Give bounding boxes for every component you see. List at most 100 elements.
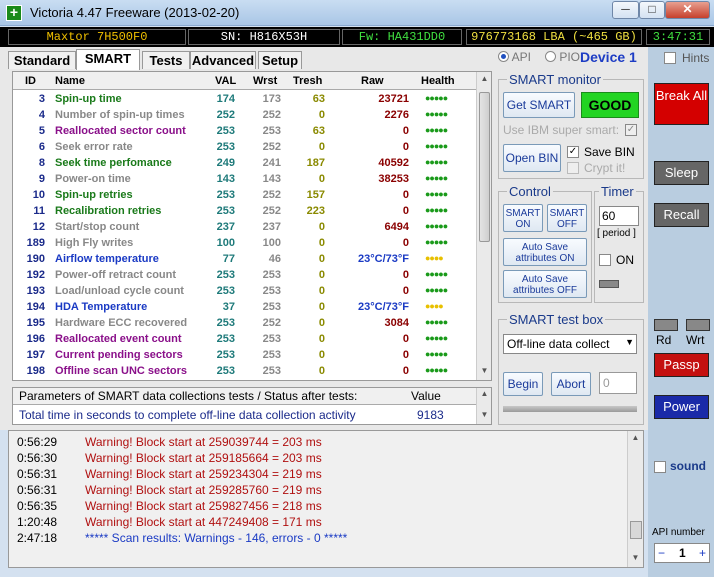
table-row[interactable]: 10 Spin-up retries 253 252 157 0 ●●●●● xyxy=(13,188,477,204)
tab-advanced[interactable]: Advanced xyxy=(190,51,256,69)
tab-setup[interactable]: Setup xyxy=(258,51,302,69)
scroll-thumb[interactable] xyxy=(479,92,490,242)
open-bin-button[interactable]: Open BIN xyxy=(503,144,561,172)
attr-wrst: 253 xyxy=(262,349,281,361)
smart-off-button[interactable]: SMART OFF xyxy=(547,204,587,232)
use-ibm-checkbox[interactable]: ✓ xyxy=(625,124,637,136)
device-label: Device 1 xyxy=(580,49,637,65)
chevron-down-icon[interactable]: ▼ xyxy=(625,337,634,347)
col-health[interactable]: Health xyxy=(421,75,455,87)
attr-wrst: 252 xyxy=(262,109,281,121)
api-number-value: 1 xyxy=(679,546,686,560)
col-id[interactable]: ID xyxy=(25,75,36,87)
power-button[interactable]: Power xyxy=(654,395,709,419)
timer-period-input[interactable]: 60 xyxy=(599,206,639,226)
col-wrst[interactable]: Wrst xyxy=(253,75,277,87)
attr-raw: 23°C/73°F xyxy=(358,301,409,313)
decrement-icon[interactable]: − xyxy=(658,546,665,560)
get-smart-button[interactable]: Get SMART xyxy=(503,92,575,118)
table-row[interactable]: 12 Start/stop count 237 237 0 6494 ●●●●● xyxy=(13,220,477,236)
test-progress-input[interactable]: 0 xyxy=(599,372,637,394)
attr-wrst: 241 xyxy=(262,157,281,169)
pio-radio-dot[interactable] xyxy=(545,51,556,62)
attr-val: 77 xyxy=(222,253,235,265)
params-header: Parameters of SMART data collections tes… xyxy=(13,388,477,405)
log-message: Warning! Block start at 259234304 = 219 … xyxy=(85,467,322,481)
begin-button[interactable]: Begin xyxy=(503,372,543,396)
attr-id: 195 xyxy=(26,317,45,329)
log-scrollbar[interactable]: ▲ ▼ xyxy=(627,431,643,567)
attr-val: 143 xyxy=(216,173,235,185)
break-all-button[interactable]: Break All xyxy=(654,83,709,125)
table-row[interactable]: 189 High Fly writes 100 100 0 0 ●●●●● xyxy=(13,236,477,252)
table-row[interactable]: 197 Current pending sectors 253 253 0 0 ●●●●● xyxy=(13,348,477,364)
col-val[interactable]: VAL xyxy=(215,75,236,87)
table-row[interactable]: 190 Airflow temperature 77 46 0 23°C/73°F ●●●● xyxy=(13,252,477,268)
sound-checkbox[interactable] xyxy=(654,461,666,473)
params-scrollbar[interactable]: ▲ ▼ xyxy=(476,388,491,424)
table-row[interactable]: 194 HDA Temperature 37 253 0 23°C/73°F ●●●● xyxy=(13,300,477,316)
table-row[interactable]: 196 Reallocated event count 253 253 0 0 ●●●●● xyxy=(13,332,477,348)
params-scroll-up-icon[interactable]: ▲ xyxy=(479,389,490,401)
sleep-button[interactable]: Sleep xyxy=(654,161,709,185)
autosave-on-button[interactable]: Auto Save attributes ON xyxy=(503,238,587,266)
pio-radio[interactable]: PIO xyxy=(545,50,580,64)
table-row[interactable]: 3 Spin-up time 174 173 63 23721 ●●●●● xyxy=(13,92,477,108)
col-raw[interactable]: Raw xyxy=(361,75,384,87)
table-row[interactable]: 8 Seek time perfomance 249 241 187 40592 ●●●●● xyxy=(13,156,477,172)
table-row[interactable]: 11 Recalibration retries 253 252 223 0 ●●●●● xyxy=(13,204,477,220)
attr-val: 253 xyxy=(216,333,235,345)
attr-name: Load/unload cycle count xyxy=(55,285,184,297)
test-type-select[interactable]: Off-line data collect ▼ xyxy=(503,334,637,354)
hints-checkbox[interactable] xyxy=(664,52,676,64)
table-row[interactable]: 192 Power-off retract count 253 253 0 0 ●●●●● xyxy=(13,268,477,284)
control-title: Control xyxy=(507,184,553,199)
attr-raw: 0 xyxy=(402,285,409,297)
table-row[interactable]: 9 Power-on time 143 143 0 38253 ●●●●● xyxy=(13,172,477,188)
attr-id: 5 xyxy=(38,125,45,137)
params-scroll-down-icon[interactable]: ▼ xyxy=(479,410,490,422)
table-row[interactable]: 195 Hardware ECC recovered 253 252 0 3084 ●●●●… xyxy=(13,316,477,332)
table-row[interactable]: 198 Offline scan UNC sectors 253 253 0 0 ●●●●● xyxy=(13,364,477,380)
log-message: Warning! Block start at 259285760 = 219 … xyxy=(85,483,322,497)
crypt-checkbox[interactable] xyxy=(567,162,579,174)
col-tresh[interactable]: Tresh xyxy=(293,75,322,87)
tab-smart[interactable]: SMART xyxy=(76,49,140,70)
log-scroll-down-icon[interactable]: ▼ xyxy=(630,553,641,565)
attr-id: 194 xyxy=(26,301,45,313)
abort-button[interactable]: Abort xyxy=(551,372,591,396)
smart-on-button[interactable]: SMART ON xyxy=(503,204,543,232)
close-button[interactable]: ✕ xyxy=(665,1,710,19)
tab-standard[interactable]: Standard xyxy=(8,51,76,69)
scroll-up-icon[interactable]: ▲ xyxy=(479,74,490,86)
increment-icon[interactable]: + xyxy=(699,546,706,560)
minimize-button[interactable]: ─ xyxy=(612,1,639,19)
col-name[interactable]: Name xyxy=(55,75,85,87)
timer-title: Timer xyxy=(599,184,636,199)
log-scroll-up-icon[interactable]: ▲ xyxy=(630,433,641,445)
scroll-down-icon[interactable]: ▼ xyxy=(479,366,490,378)
params-row[interactable]: Total time in seconds to complete off-li… xyxy=(13,406,477,424)
api-number-stepper[interactable]: − 1 + xyxy=(654,543,710,563)
recall-button[interactable]: Recall xyxy=(654,203,709,227)
timer-on-checkbox[interactable] xyxy=(599,254,611,266)
test-progress-bar xyxy=(503,406,637,412)
table-row[interactable]: 4 Number of spin-up times 252 252 0 2276 ●●●●● xyxy=(13,108,477,124)
passp-button[interactable]: Passp xyxy=(654,353,709,377)
attr-raw: 0 xyxy=(402,205,409,217)
event-log[interactable]: 0:56:29 Warning! Block start at 259039744… xyxy=(8,430,644,568)
log-scroll-thumb[interactable] xyxy=(630,521,642,539)
table-scrollbar[interactable]: ▲ ▼ xyxy=(476,72,491,380)
table-row[interactable]: 193 Load/unload cycle count 253 253 0 0 ●●●●● xyxy=(13,284,477,300)
save-bin-checkbox[interactable]: ✓ xyxy=(567,146,579,158)
autosave-off-button[interactable]: Auto Save attributes OFF xyxy=(503,270,587,298)
table-row[interactable]: 6 Seek error rate 253 252 0 0 ●●●●● xyxy=(13,140,477,156)
log-time: 0:56:30 xyxy=(17,451,58,465)
api-radio[interactable]: API xyxy=(498,50,531,64)
smart-attributes-table[interactable]: ID Name VAL Wrst Tresh Raw Health 3 Spin-… xyxy=(12,71,492,381)
table-row[interactable]: 5 Reallocated sector count 253 253 63 0 ●●●●● xyxy=(13,124,477,140)
api-radio-dot[interactable] xyxy=(498,51,509,62)
maximize-button[interactable]: □ xyxy=(639,1,665,19)
tab-tests[interactable]: Tests xyxy=(142,51,190,69)
attr-id: 198 xyxy=(26,365,45,377)
